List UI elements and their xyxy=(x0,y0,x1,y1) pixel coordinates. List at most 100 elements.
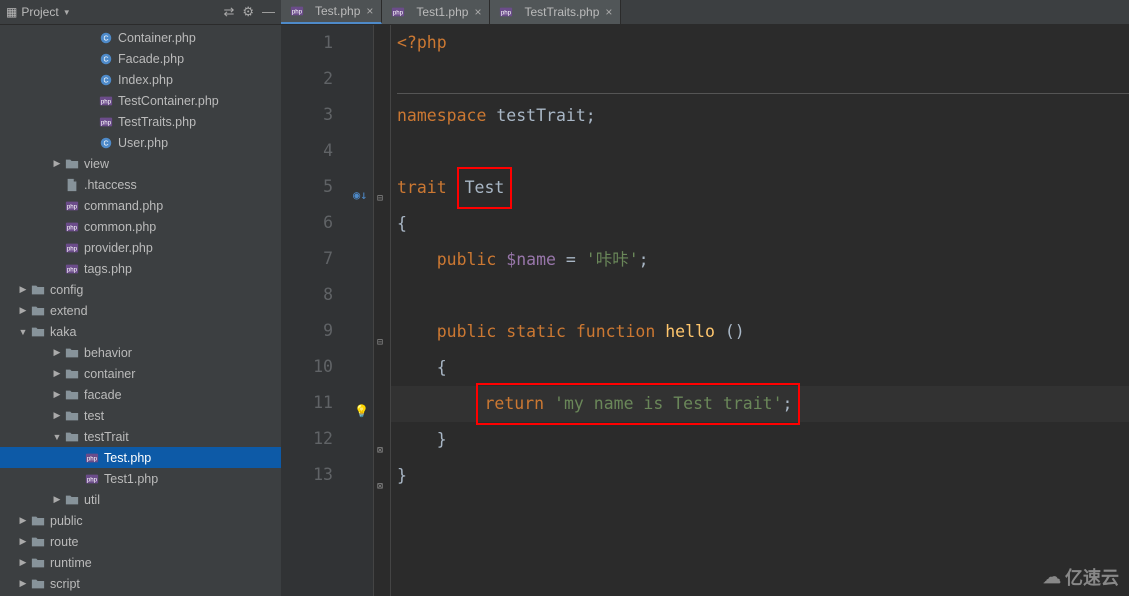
tab-testtraits-php[interactable]: phpTestTraits.php× xyxy=(490,0,621,24)
php-icon: php xyxy=(64,199,80,213)
tree-item-testtrait[interactable]: ▼testTrait xyxy=(0,426,281,447)
php-icon: php xyxy=(64,262,80,276)
svg-text:php: php xyxy=(67,266,78,273)
tree-item-testcontainer-php[interactable]: phpTestContainer.php xyxy=(0,90,281,111)
tree-item-view[interactable]: ▶view xyxy=(0,153,281,174)
code-line-8[interactable] xyxy=(391,278,1129,314)
php-icon: php xyxy=(498,5,514,19)
code-line-10[interactable]: { xyxy=(391,350,1129,386)
fold-icon[interactable]: ⊠ xyxy=(377,469,383,505)
svg-text:C: C xyxy=(103,35,108,42)
tree-label: User.php xyxy=(118,136,168,150)
tree-item-test-php[interactable]: phpTest.php xyxy=(0,447,281,468)
code-line-7[interactable]: public $name = '咔咔'; xyxy=(391,242,1129,278)
code-line-5[interactable]: trait Test xyxy=(391,170,1129,206)
editor-tabs: phpTest.php×phpTest1.php×phpTestTraits.p… xyxy=(281,0,1129,25)
code-line-4[interactable] xyxy=(391,134,1129,170)
line-number: 10 xyxy=(281,349,333,385)
line-number: 11 xyxy=(281,385,333,421)
tree-arrow-icon[interactable]: ▶ xyxy=(16,515,30,526)
tree-item-tags-php[interactable]: phptags.php xyxy=(0,258,281,279)
fold-column[interactable]: ⊟⊟⊠⊠ xyxy=(373,25,391,596)
project-tree[interactable]: CContainer.phpCFacade.phpCIndex.phpphpTe… xyxy=(0,25,281,596)
project-icon: ▦ xyxy=(6,5,17,19)
gear-icon[interactable]: ⚙ xyxy=(242,4,254,20)
code-line-6[interactable]: { xyxy=(391,206,1129,242)
tree-arrow-icon[interactable]: ▶ xyxy=(16,284,30,295)
code-line-3[interactable]: namespace testTrait; xyxy=(391,98,1129,134)
php-icon: php xyxy=(64,241,80,255)
code-line-12[interactable]: } xyxy=(391,422,1129,458)
tree-item--htaccess[interactable]: .htaccess xyxy=(0,174,281,195)
tree-item-container-php[interactable]: CContainer.php xyxy=(0,27,281,48)
line-number: 7 xyxy=(281,241,333,277)
tree-arrow-icon[interactable]: ▼ xyxy=(50,432,64,442)
svg-text:php: php xyxy=(87,455,98,462)
tree-label: Test1.php xyxy=(104,472,158,486)
tree-item-runtime[interactable]: ▶runtime xyxy=(0,552,281,573)
code-line-9[interactable]: public static function hello () xyxy=(391,314,1129,350)
tree-item-route[interactable]: ▶route xyxy=(0,531,281,552)
tree-item-index-php[interactable]: CIndex.php xyxy=(0,69,281,90)
tree-item-facade[interactable]: ▶facade xyxy=(0,384,281,405)
code-line-13[interactable]: } xyxy=(391,458,1129,494)
tab-test1-php[interactable]: phpTest1.php× xyxy=(382,0,490,24)
folder-icon xyxy=(64,430,80,444)
tree-arrow-icon[interactable]: ▶ xyxy=(16,305,30,316)
code-line-11[interactable]: return 'my name is Test trait'; xyxy=(391,386,1129,422)
tree-arrow-icon[interactable]: ▶ xyxy=(50,368,64,379)
php-icon: php xyxy=(289,4,305,18)
tree-item-test[interactable]: ▶test xyxy=(0,405,281,426)
tree-item-config[interactable]: ▶config xyxy=(0,279,281,300)
folder-icon xyxy=(30,577,46,591)
close-icon[interactable]: × xyxy=(474,5,481,19)
tree-arrow-icon[interactable]: ▼ xyxy=(16,327,30,337)
tree-label: util xyxy=(84,493,100,507)
tree-arrow-icon[interactable]: ▶ xyxy=(16,578,30,589)
close-icon[interactable]: × xyxy=(605,5,612,19)
svg-text:php: php xyxy=(67,245,78,252)
svg-text:C: C xyxy=(103,140,108,147)
dropdown-icon[interactable]: ▼ xyxy=(63,8,71,17)
project-sidebar: ▦ Project ▼ ⇄ ⚙ — CContainer.phpCFacade.… xyxy=(0,0,281,596)
tree-item-command-php[interactable]: phpcommand.php xyxy=(0,195,281,216)
tree-arrow-icon[interactable]: ▶ xyxy=(50,347,64,358)
sidebar-title[interactable]: Project xyxy=(21,5,58,19)
tree-item-test1-php[interactable]: phpTest1.php xyxy=(0,468,281,489)
code-line-2[interactable] xyxy=(391,61,1129,97)
tree-arrow-icon[interactable]: ▶ xyxy=(50,410,64,421)
tree-arrow-icon[interactable]: ▶ xyxy=(50,158,64,169)
tree-item-common-php[interactable]: phpcommon.php xyxy=(0,216,281,237)
tab-label: Test.php xyxy=(315,4,360,18)
svg-text:php: php xyxy=(67,203,78,210)
tree-arrow-icon[interactable]: ▶ xyxy=(50,389,64,400)
tree-item-extend[interactable]: ▶extend xyxy=(0,300,281,321)
tree-item-provider-php[interactable]: phpprovider.php xyxy=(0,237,281,258)
tree-item-kaka[interactable]: ▼kaka xyxy=(0,321,281,342)
code-content[interactable]: <?phpnamespace testTrait;trait Test{ pub… xyxy=(391,25,1129,596)
tree-item-util[interactable]: ▶ util xyxy=(0,489,281,510)
close-icon[interactable]: × xyxy=(366,4,373,18)
tree-item-testtraits-php[interactable]: php TestTraits.php xyxy=(0,111,281,132)
tree-label: Facade.php xyxy=(118,52,184,66)
hide-icon[interactable]: — xyxy=(262,4,275,20)
tree-item-container[interactable]: ▶container xyxy=(0,363,281,384)
tree-item-behavior[interactable]: ▶behavior xyxy=(0,342,281,363)
tree-label: script xyxy=(50,577,80,591)
tree-arrow-icon[interactable]: ▶ xyxy=(50,494,64,505)
gutter-icons: ◉↓💡 xyxy=(351,25,373,596)
tree-item-public[interactable]: ▶public xyxy=(0,510,281,531)
tree-item-user-php[interactable]: C User.php xyxy=(0,132,281,153)
tab-test-php[interactable]: php Test.php × xyxy=(281,0,382,24)
tree-arrow-icon[interactable]: ▶ xyxy=(16,536,30,547)
tree-arrow-icon[interactable]: ▶ xyxy=(16,557,30,568)
code-editor[interactable]: 12345678910111213 ◉↓💡 ⊟⊟⊠⊠ <?phpnamespac… xyxy=(281,25,1129,596)
tree-item-facade-php[interactable]: C Facade.php xyxy=(0,48,281,69)
tree-item-script[interactable]: ▶ script xyxy=(0,573,281,594)
code-line-1[interactable]: <?php xyxy=(391,25,1129,61)
cloud-icon: ☁ xyxy=(1043,567,1061,588)
collapse-icon[interactable]: ⇄ xyxy=(223,4,234,20)
tree-label: TestTraits.php xyxy=(118,115,196,129)
svg-text:php: php xyxy=(101,119,112,126)
phpc-icon: C xyxy=(98,52,114,66)
